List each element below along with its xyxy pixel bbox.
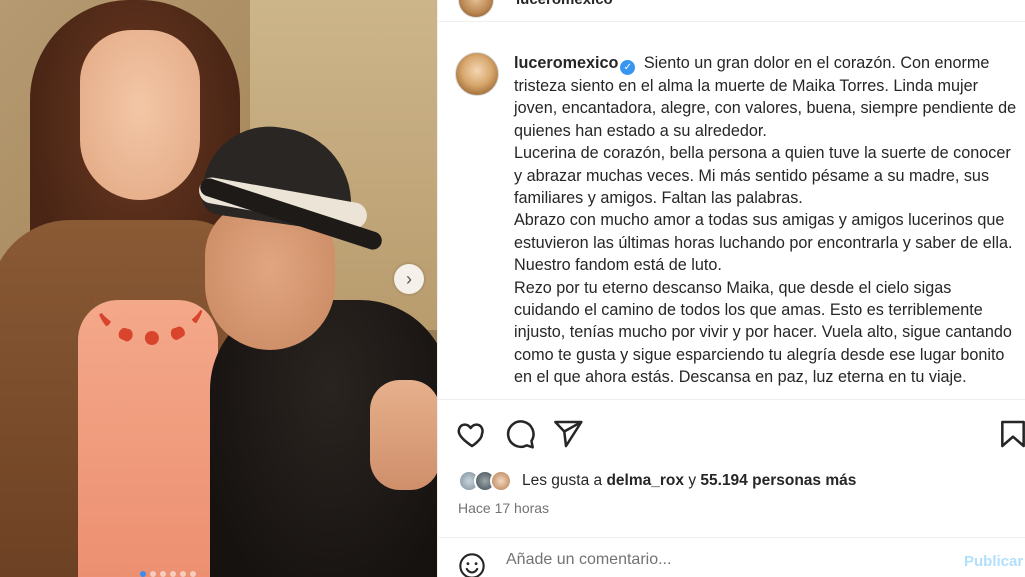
carousel-next-button[interactable]: › xyxy=(394,264,424,294)
share-icon[interactable] xyxy=(552,418,584,450)
comment-input[interactable] xyxy=(506,551,946,569)
carousel-dot xyxy=(150,571,156,577)
verified-badge-icon: ✓ xyxy=(620,60,636,75)
carousel-dots xyxy=(140,571,196,577)
carousel-dot xyxy=(180,571,186,577)
post-photo[interactable]: › xyxy=(0,0,437,577)
post-caption: luceromexico ✓ Siento un gran dolor en el… xyxy=(455,52,1025,397)
post-actions xyxy=(438,399,1025,465)
comment-bar: Publicar xyxy=(438,537,1025,577)
caption-paragraph-3: Abrazo con mucho amor a todas sus amigas… xyxy=(514,211,1013,275)
post-side-panel: luceromexico luceromexico✓ Siento un gra… xyxy=(437,0,1025,577)
carousel-dot xyxy=(170,571,176,577)
likes-user[interactable]: delma_rox xyxy=(606,472,684,490)
caption-paragraph-4: Rezo por tu eterno descanso Maika, que d… xyxy=(514,278,1012,387)
chevron-right-icon: › xyxy=(406,268,412,289)
likes-joiner: y xyxy=(688,472,697,489)
liker-avatar xyxy=(490,470,512,492)
comment-icon[interactable] xyxy=(504,418,536,450)
heart-icon[interactable] xyxy=(456,418,488,450)
caption-username[interactable]: luceromexico xyxy=(514,54,618,72)
carousel-dot xyxy=(140,571,146,577)
caption-paragraph: luceromexico ✓ Siento un gran dolor en el… xyxy=(514,52,1019,142)
post-comment-button[interactable]: Publicar xyxy=(964,553,1023,570)
caption-text: luceromexico ✓ Siento un gran dolor en el… xyxy=(514,52,1019,397)
bookmark-icon[interactable] xyxy=(997,418,1025,450)
likes-summary[interactable]: Les gusta a delma_rox y 55.194 personas … xyxy=(458,470,856,492)
header-username[interactable]: luceromexico xyxy=(516,0,613,8)
carousel-dot xyxy=(160,571,166,577)
likes-count[interactable]: 55.194 personas más xyxy=(700,472,856,490)
caption-avatar[interactable] xyxy=(455,52,499,96)
photo-person-left-face xyxy=(80,30,200,200)
caption-paragraph-2: Lucerina de corazón, bella persona a qui… xyxy=(514,144,1011,208)
header-avatar[interactable] xyxy=(458,0,494,18)
post-timestamp[interactable]: Hace 17 horas xyxy=(458,500,549,516)
likes-prefix: Les gusta a xyxy=(522,472,603,489)
photo-arm xyxy=(370,380,437,490)
post-header: luceromexico xyxy=(438,0,1025,22)
emoji-icon[interactable] xyxy=(458,552,486,577)
carousel-dot xyxy=(190,571,196,577)
liker-avatars xyxy=(458,470,512,492)
